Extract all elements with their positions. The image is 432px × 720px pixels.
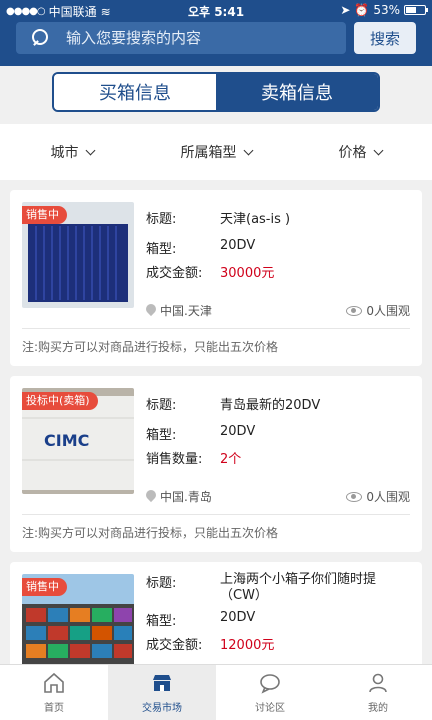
title-label: 标题: <box>146 576 177 591</box>
divider <box>22 328 410 329</box>
chevron-down-icon <box>373 145 383 155</box>
store-icon <box>153 675 171 691</box>
search-button[interactable]: 搜索 <box>354 22 416 54</box>
listing-quantity: 2个 <box>220 452 242 467</box>
type-row: 箱型: 20DV <box>146 238 255 257</box>
listing-price: 12000元 <box>220 638 275 653</box>
type-row: 箱型: 20DV <box>146 424 255 443</box>
listing-card[interactable]: CIMC 投标中(卖箱) 标题: 青岛最新的20DV 箱型: 20DV 销售数量: 2… <box>10 376 422 552</box>
location-text: 中国.天津 <box>160 304 212 318</box>
container-photo: 销售中 <box>22 202 134 308</box>
location-arrow-icon: ➤ <box>340 3 351 17</box>
app-header: ●●●●○ 中国联通 ≋ 오후 5:41 ➤ ⏰ 53% 搜索 <box>0 0 432 66</box>
view-count-text: 0人围观 <box>366 304 410 318</box>
view-count-text: 0人围观 <box>366 490 410 504</box>
location-text: 中国.青岛 <box>160 490 212 504</box>
listing-type: 20DV <box>220 238 256 253</box>
home-icon <box>44 672 64 693</box>
container-photo: CIMC 投标中(卖箱) <box>22 388 134 494</box>
location-pin-icon <box>146 304 156 318</box>
tab-home-label: 首页 <box>44 703 64 714</box>
chat-bubble-icon <box>260 674 280 694</box>
tab-buy-info[interactable]: 买箱信息 <box>54 74 216 110</box>
chevron-down-icon <box>85 145 95 155</box>
tab-sell-info[interactable]: 卖箱信息 <box>216 74 378 110</box>
alarm-icon: ⏰ <box>354 3 370 17</box>
price-label: 成交金额: <box>146 266 203 281</box>
bid-note: 注:购买方可以对商品进行投标，只能出五次价格 <box>22 526 279 540</box>
title-row: 标题: 天津(as-is ) <box>146 208 290 227</box>
tab-mine[interactable]: 我的 <box>324 665 432 720</box>
tab-home[interactable]: 首页 <box>0 665 108 720</box>
listing-title: 青岛最新的20DV <box>220 398 321 413</box>
segment-bar: 买箱信息 卖箱信息 <box>0 66 432 122</box>
status-bar: ●●●●○ 中国联通 ≋ 오후 5:41 ➤ ⏰ 53% <box>0 0 432 20</box>
listing-title: 天津(as-is ) <box>220 212 291 227</box>
listing-title: 上海两个小箱子你们随时提（CW） <box>220 572 377 603</box>
eye-icon <box>346 305 363 316</box>
search-input[interactable] <box>66 29 316 47</box>
svg-text:CIMC: CIMC <box>44 431 89 450</box>
location: 中国.青岛 <box>146 488 212 505</box>
listing-card[interactable]: 销售中 标题: 天津(as-is ) 箱型: 20DV 成交金额: 30000元 中国… <box>10 190 422 366</box>
listing-price: 30000元 <box>220 266 275 281</box>
filter-price[interactable]: 价格 <box>288 124 432 180</box>
view-count: 0人围观 <box>346 488 410 505</box>
tab-mine-label: 我的 <box>368 703 388 714</box>
eye-icon <box>346 491 363 502</box>
chevron-down-icon <box>243 145 253 155</box>
search-icon <box>30 28 50 48</box>
title-label: 标题: <box>146 398 177 413</box>
location: 中国.天津 <box>146 302 212 319</box>
battery-percent: 53% <box>373 3 400 17</box>
status-badge: 投标中(卖箱) <box>22 392 98 410</box>
bid-note: 注:购买方可以对商品进行投标，只能出五次价格 <box>22 340 279 354</box>
search-bar[interactable] <box>16 22 346 54</box>
title-row: 标题: 青岛最新的20DV <box>146 394 320 413</box>
listing-type: 20DV <box>220 424 256 439</box>
tab-market-label: 交易市场 <box>142 703 182 714</box>
bottom-tab-bar: 首页 交易市场 讨论区 我的 <box>0 664 432 720</box>
type-label: 箱型: <box>146 614 177 629</box>
quantity-label: 销售数量: <box>146 452 203 467</box>
filter-bar: 城市 所属箱型 价格 <box>0 124 432 180</box>
tab-forum-label: 讨论区 <box>255 703 285 714</box>
price-row: 成交金额: 12000元 <box>146 634 274 653</box>
status-badge: 销售中 <box>22 206 67 224</box>
divider <box>22 514 410 515</box>
tab-market[interactable]: 交易市场 <box>108 665 216 720</box>
segment-control: 买箱信息 卖箱信息 <box>52 72 380 112</box>
status-badge: 销售中 <box>22 578 67 596</box>
price-label: 成交金额: <box>146 638 203 653</box>
battery-icon <box>404 5 428 15</box>
type-row: 箱型: 20DV <box>146 610 255 629</box>
title-label: 标题: <box>146 212 177 227</box>
tab-forum[interactable]: 讨论区 <box>216 665 324 720</box>
type-label: 箱型: <box>146 428 177 443</box>
filter-price-label: 价格 <box>338 145 367 161</box>
view-count: 0人围观 <box>346 302 410 319</box>
price-row: 成交金额: 30000元 <box>146 262 274 281</box>
user-icon <box>369 673 387 693</box>
location-pin-icon <box>146 490 156 504</box>
quantity-row: 销售数量: 2个 <box>146 448 241 467</box>
title-row: 标题: 上海两个小箱子你们随时提（CW） <box>146 572 400 604</box>
filter-box-type-label: 所属箱型 <box>180 145 237 161</box>
filter-box-type[interactable]: 所属箱型 <box>144 124 288 180</box>
filter-city[interactable]: 城市 <box>0 124 144 180</box>
listing-type: 20DV <box>220 610 256 625</box>
type-label: 箱型: <box>146 242 177 257</box>
filter-city-label: 城市 <box>50 145 79 161</box>
